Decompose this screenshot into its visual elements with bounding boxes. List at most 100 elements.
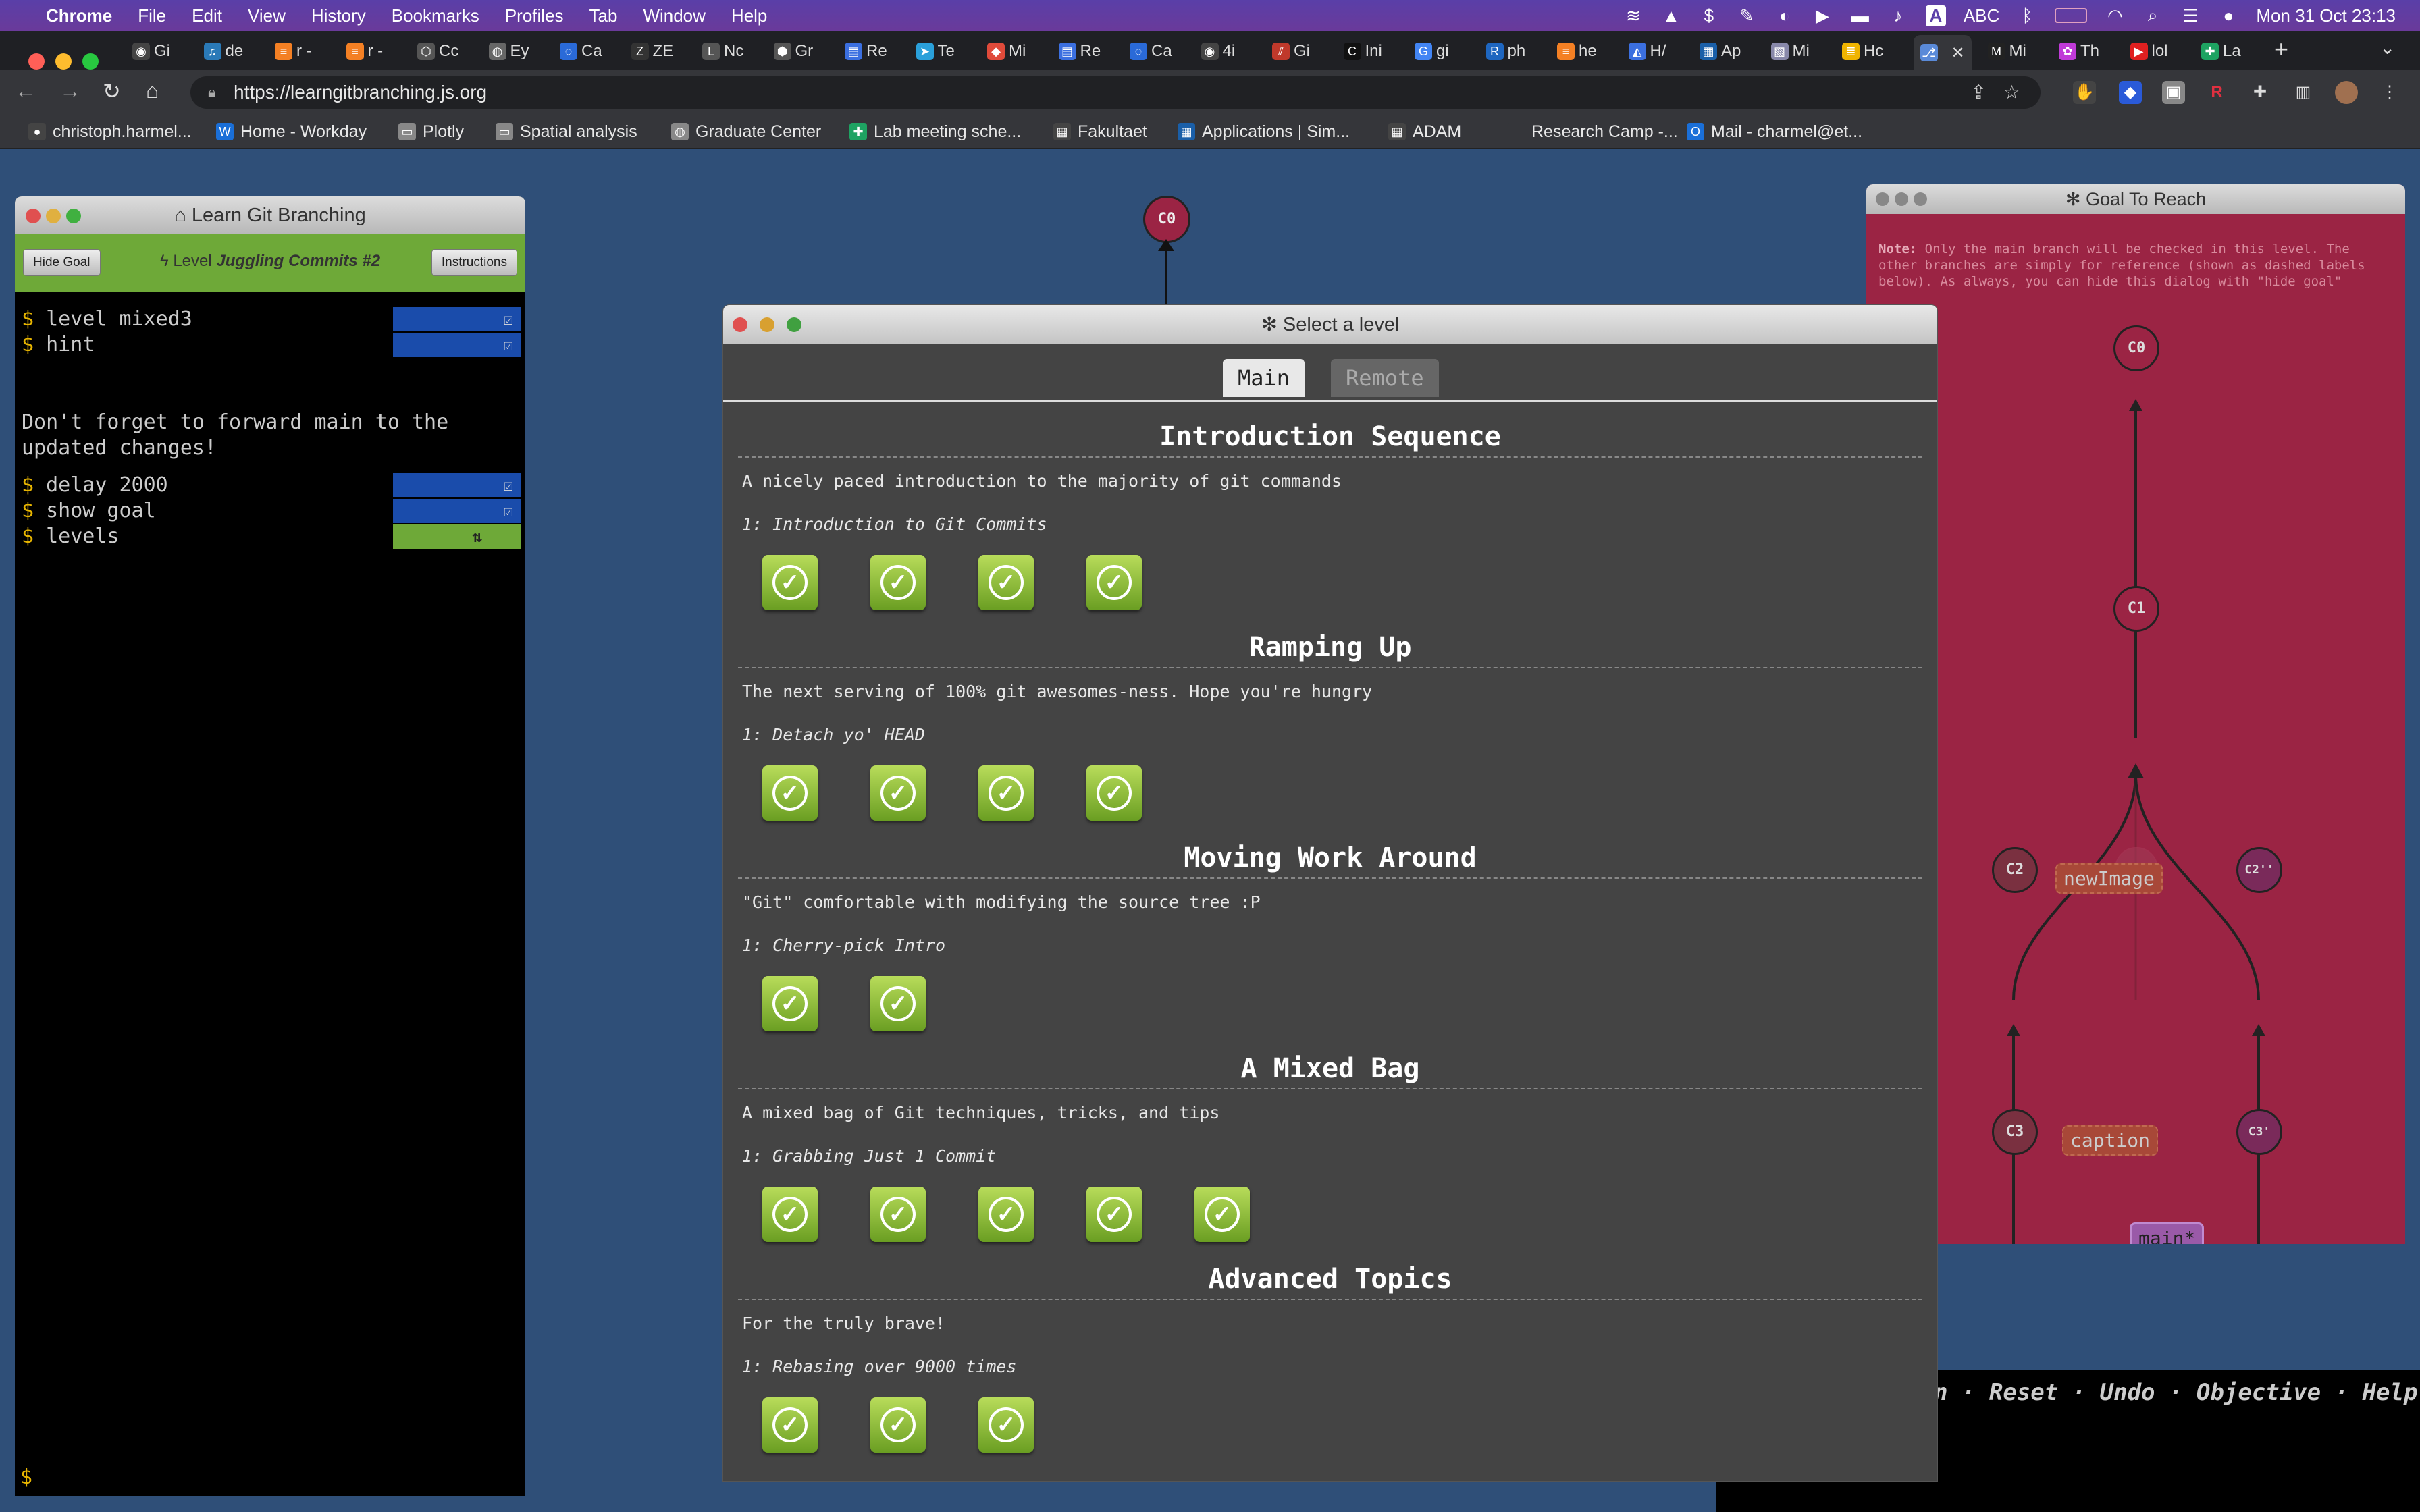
- browser-tab[interactable]: ✿ Th: [2059, 38, 2099, 65]
- terminal-minimize-button[interactable]: [46, 209, 61, 223]
- bookmark-item[interactable]: Research Camp -...: [1507, 115, 1678, 148]
- browser-tab[interactable]: ➤ Te: [916, 38, 955, 65]
- menu-tab[interactable]: Tab: [589, 5, 618, 26]
- level-button-completed[interactable]: ✓: [870, 976, 926, 1031]
- volume-icon[interactable]: ♪: [1888, 5, 1908, 26]
- browser-tab[interactable]: ⬡ Cc: [417, 38, 458, 65]
- bookmark-item[interactable]: ▦ ADAM: [1388, 115, 1461, 148]
- level-button-completed[interactable]: ✓: [762, 1397, 818, 1453]
- play-icon[interactable]: ▶: [1812, 5, 1833, 26]
- search-icon[interactable]: ⌕: [2142, 5, 2163, 26]
- level-button-completed[interactable]: ✓: [978, 1397, 1034, 1453]
- browser-tab[interactable]: ◉ Gi: [132, 38, 170, 65]
- share-icon[interactable]: ⇪: [1971, 76, 1987, 109]
- menu-app-name[interactable]: Chrome: [46, 5, 112, 26]
- level-button-completed[interactable]: ✓: [978, 1187, 1034, 1242]
- browser-tab[interactable]: ≡ he: [1557, 38, 1597, 65]
- bookmark-item[interactable]: ▦ Fakultaet: [1053, 115, 1147, 148]
- menu-help[interactable]: Help: [731, 5, 767, 26]
- input-source-label[interactable]: ABC: [1964, 5, 1999, 26]
- browser-tab[interactable]: ◭ H/: [1628, 38, 1666, 65]
- tab-close-icon[interactable]: ✕: [1951, 43, 1965, 63]
- browser-tab[interactable]: ◉ 4i: [1201, 38, 1235, 65]
- browser-tab[interactable]: C Ini: [1343, 38, 1382, 65]
- bluetooth-icon[interactable]: ᛒ: [2017, 5, 2037, 26]
- keyboard-a-icon[interactable]: A: [1925, 5, 1946, 26]
- level-button-completed[interactable]: ✓: [1086, 1187, 1142, 1242]
- bookmark-item[interactable]: ▭ Plotly: [398, 115, 464, 148]
- browser-tab[interactable]: ✚ La: [2201, 38, 2241, 65]
- reload-icon[interactable]: ↻: [103, 78, 121, 104]
- menu-profiles[interactable]: Profiles: [505, 5, 564, 26]
- new-tab-button[interactable]: +: [2274, 35, 2288, 63]
- menu-view[interactable]: View: [248, 5, 286, 26]
- bookmark-item[interactable]: ◍ Graduate Center: [671, 115, 821, 148]
- browser-tab[interactable]: ▧ Mi: [1770, 38, 1810, 65]
- level-button-completed[interactable]: ✓: [870, 765, 926, 821]
- command-prompt[interactable]: $: [20, 1465, 32, 1489]
- extension-r-icon[interactable]: R: [2205, 81, 2228, 104]
- extension-camera-icon[interactable]: ▣: [2162, 81, 2185, 104]
- browser-tab[interactable]: ≡ r -: [346, 38, 383, 65]
- window-zoom-button[interactable]: [82, 53, 99, 70]
- tab-main[interactable]: Main: [1223, 359, 1305, 397]
- browser-tab[interactable]: ⬢ Gr: [773, 38, 813, 65]
- profile-avatar[interactable]: [2335, 81, 2358, 104]
- forward-arrow-icon[interactable]: →: [59, 78, 81, 103]
- browser-tab[interactable]: ♫ de: [203, 38, 243, 65]
- window-close-button[interactable]: [28, 53, 45, 70]
- browser-tab[interactable]: ▤ Re: [845, 38, 887, 65]
- browser-tab[interactable]: Ggi: [1415, 38, 1449, 65]
- browser-tab[interactable]: ◌ Ca: [560, 38, 602, 65]
- browser-tab[interactable]: ◌ Ca: [1130, 38, 1172, 65]
- menu-bookmarks[interactable]: Bookmarks: [392, 5, 479, 26]
- extension-hand-icon[interactable]: ✋: [2073, 81, 2096, 104]
- browser-tab[interactable]: Rph: [1485, 38, 1525, 65]
- level-button-completed[interactable]: ✓: [870, 555, 926, 610]
- level-button-completed[interactable]: ✓: [1086, 555, 1142, 610]
- bookmark-star-icon[interactable]: ☆: [2003, 76, 2020, 109]
- sidepanel-icon[interactable]: ▥: [2292, 81, 2315, 104]
- bookmark-item[interactable]: ✚ Lab meeting sche...: [849, 115, 1021, 148]
- extensions-puzzle-icon[interactable]: ✚: [2248, 81, 2271, 104]
- url-text[interactable]: https://learngitbranching.js.org: [234, 76, 487, 109]
- browser-tab[interactable]: M Mi: [1987, 38, 2026, 65]
- battery-icon[interactable]: [2055, 8, 2088, 23]
- control-center-icon[interactable]: ☰: [2180, 5, 2201, 26]
- drive-icon[interactable]: ▲: [1661, 5, 1681, 26]
- pen-icon[interactable]: ✎: [1737, 5, 1757, 26]
- level-button-completed[interactable]: ✓: [978, 555, 1034, 610]
- level-dialog-zoom-button[interactable]: [787, 317, 801, 332]
- browser-tab[interactable]: ▦ Ap: [1700, 38, 1741, 65]
- clock[interactable]: Mon 31 Oct 23:13: [2256, 5, 2396, 26]
- browser-tab[interactable]: ▤ Re: [1058, 38, 1101, 65]
- back-arrow-icon[interactable]: ←: [15, 78, 36, 103]
- browser-tab[interactable]: ≣ Hc: [1842, 38, 1883, 65]
- level-button-completed[interactable]: ✓: [762, 976, 818, 1031]
- menu-window[interactable]: Window: [643, 5, 705, 26]
- menu-history[interactable]: History: [311, 5, 366, 26]
- level-button-completed[interactable]: ✓: [870, 1187, 926, 1242]
- bookmark-item[interactable]: W Home - Workday: [216, 115, 367, 148]
- level-button-completed[interactable]: ✓: [978, 765, 1034, 821]
- tab-remote[interactable]: Remote: [1331, 359, 1439, 397]
- lock-icon[interactable]: 🔒︎: [208, 76, 216, 109]
- bookmark-item[interactable]: ▦ Applications | Sim...: [1178, 115, 1350, 148]
- browser-tab[interactable]: L Nc: [702, 38, 743, 65]
- bed-icon[interactable]: ▬: [1850, 5, 1870, 26]
- browser-tab[interactable]: ◍ Ey: [488, 38, 529, 65]
- bookmark-item[interactable]: ▭ Spatial analysis: [496, 115, 637, 148]
- home-icon[interactable]: ⌂: [146, 78, 159, 103]
- browser-tab[interactable]: ◆ Mi: [987, 38, 1026, 65]
- level-button-completed[interactable]: ✓: [762, 1187, 818, 1242]
- browser-tab[interactable]: ≡ r -: [275, 38, 312, 65]
- command-links[interactable]: n · Reset · Undo · Objective · Help: [1934, 1379, 2417, 1406]
- level-button-completed[interactable]: ✓: [1086, 765, 1142, 821]
- address-bar[interactable]: 🔒︎ https://learngitbranching.js.org ⇪ ☆: [190, 76, 2041, 109]
- level-button-completed[interactable]: ✓: [870, 1397, 926, 1453]
- extension-bitwarden-icon[interactable]: ◆: [2119, 81, 2142, 104]
- bookmark-item[interactable]: ● christoph.harmel...: [28, 115, 192, 148]
- level-dialog-minimize-button[interactable]: [760, 317, 774, 332]
- dollar-icon[interactable]: $: [1699, 5, 1719, 26]
- stripes-icon[interactable]: ≋: [1623, 5, 1643, 26]
